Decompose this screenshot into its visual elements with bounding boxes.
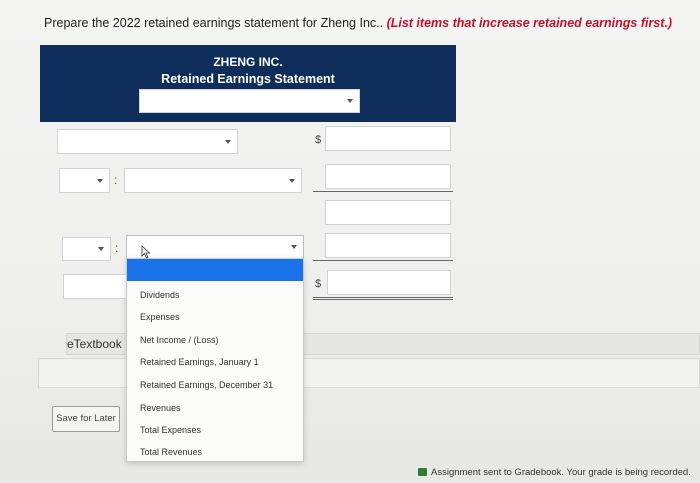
row-5-item-select[interactable]	[63, 274, 128, 299]
gradebook-status: Assignment sent to Gradebook. Your grade…	[418, 467, 691, 478]
chevron-down-icon	[97, 178, 103, 183]
row-4-amount-input[interactable]	[325, 233, 451, 258]
chevron-down-icon	[291, 245, 297, 249]
dropdown-option[interactable]: Expenses	[140, 312, 180, 322]
statement-header: ZHENG INC. Retained Earnings Statement	[40, 45, 456, 122]
row-4-item-select-open[interactable]	[126, 235, 304, 259]
row-2-amount-input[interactable]	[325, 164, 451, 189]
item-dropdown-list[interactable]: Dividends Expenses Net Income / (Loss) R…	[126, 258, 304, 462]
dropdown-option[interactable]: Retained Earnings, January 1	[140, 357, 259, 367]
mouse-cursor-icon	[141, 245, 151, 259]
chevron-down-icon	[225, 139, 231, 144]
chevron-down-icon	[347, 99, 353, 103]
save-for-later-button[interactable]: Save for Later	[52, 406, 120, 432]
dropdown-option[interactable]: Retained Earnings, December 31	[140, 380, 273, 390]
dropdown-option[interactable]: Revenues	[140, 403, 181, 413]
row-5-double-underline	[313, 297, 453, 298]
dropdown-option[interactable]: Total Expenses	[140, 425, 201, 435]
gradebook-icon	[418, 468, 427, 476]
row-1-dollar-sign: $	[315, 134, 322, 146]
company-name: ZHENG INC.	[213, 55, 283, 69]
row-5-amount-input[interactable]	[327, 270, 451, 295]
row-5-dollar-sign: $	[315, 278, 322, 290]
chevron-down-icon	[289, 178, 295, 183]
dropdown-option[interactable]: Net Income / (Loss)	[140, 335, 219, 345]
dropdown-highlighted-option[interactable]	[127, 259, 303, 281]
row-1-amount-input[interactable]	[325, 126, 451, 151]
row-2-underline	[313, 191, 453, 192]
row-4-prefix-select[interactable]	[62, 237, 111, 261]
row-1-item-select[interactable]	[57, 129, 238, 154]
row-2-prefix-select[interactable]	[59, 168, 110, 193]
question-prompt: Prepare the 2022 retained earnings state…	[44, 16, 672, 30]
prompt-text: Prepare the 2022 retained earnings state…	[44, 16, 387, 30]
statement-title: Retained Earnings Statement	[161, 72, 335, 86]
dropdown-option[interactable]: Dividends	[140, 290, 180, 300]
row-5-double-underline-2	[313, 299, 453, 300]
row-4-underline	[313, 260, 453, 261]
row-2-colon: :	[114, 173, 118, 187]
chevron-down-icon	[98, 247, 104, 251]
statement-date-select[interactable]	[139, 89, 360, 113]
etextbook-link[interactable]: eTextbook	[67, 337, 122, 351]
prompt-hint: (List items that increase retained earni…	[386, 16, 673, 30]
status-text: Assignment sent to Gradebook. Your grade…	[431, 467, 691, 478]
row-2-item-select[interactable]	[124, 168, 302, 193]
dropdown-option[interactable]: Total Revenues	[140, 447, 202, 457]
row-4-colon: :	[115, 241, 119, 255]
row-3-amount-input[interactable]	[325, 200, 451, 225]
